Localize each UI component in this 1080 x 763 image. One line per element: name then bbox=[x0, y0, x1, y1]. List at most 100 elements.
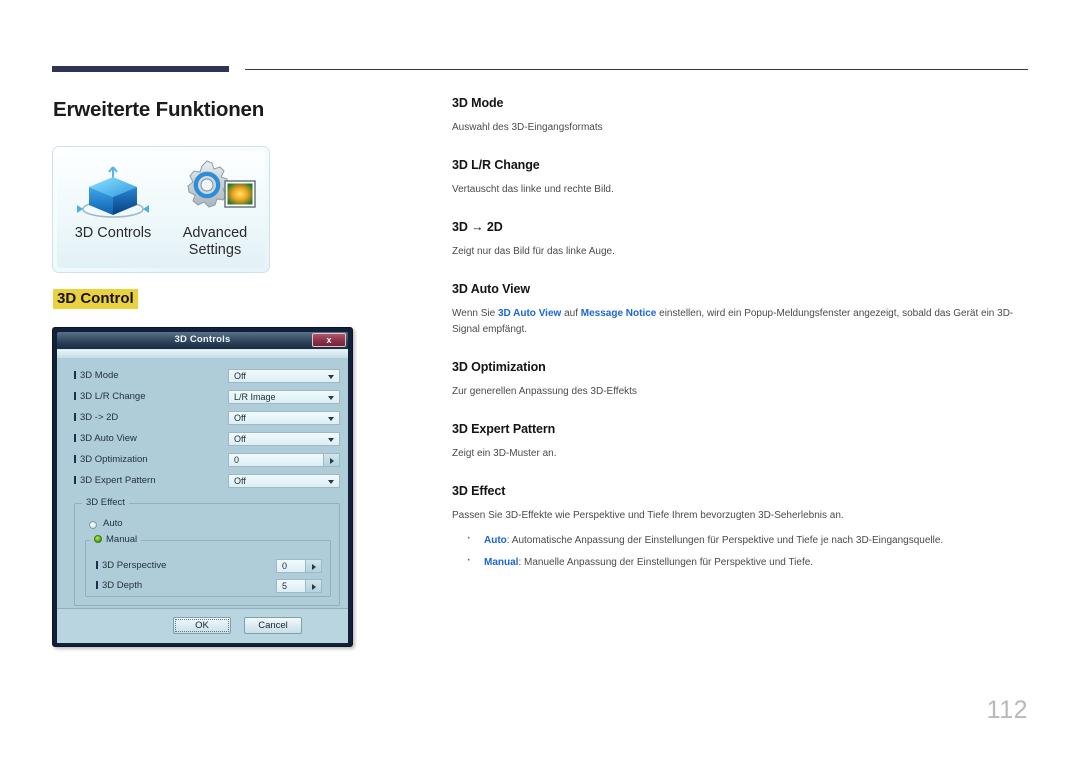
content-heading: 3D Mode bbox=[452, 96, 504, 110]
bullet-tick-icon bbox=[74, 392, 76, 400]
dialog-body: 3D Mode Off 3D L/R Change L/R Image 3D -… bbox=[57, 349, 348, 643]
content-heading: 3D L/R Change bbox=[452, 158, 540, 172]
content-item-3d-auto-view: 3D Auto View Wenn Sie 3D Auto View auf M… bbox=[452, 282, 1028, 338]
spinner-3d-depth[interactable]: 5 bbox=[276, 579, 322, 593]
chevron-right-icon bbox=[312, 564, 316, 570]
dialog-row-3d-lr-change[interactable]: 3D L/R Change L/R Image bbox=[74, 390, 340, 405]
row-label-text: 3D Perspective bbox=[102, 560, 167, 571]
content-body: Zeigt nur das Bild für das linke Auge. bbox=[452, 246, 615, 257]
bullet-tick-icon bbox=[96, 561, 98, 569]
bullet-tick-icon bbox=[96, 581, 98, 589]
spinner-3d-perspective[interactable]: 0 bbox=[276, 559, 322, 573]
dialog-row-3d-to-2d[interactable]: 3D -> 2D Off bbox=[74, 411, 340, 426]
section-heading-3d-control: 3D Control bbox=[53, 289, 138, 309]
dropdown-value: Off bbox=[234, 476, 246, 486]
content-column: 3D Mode Auswahl des 3D-Eingangsformats 3… bbox=[452, 96, 1028, 593]
content-body: Wenn Sie 3D Auto View auf Message Notice… bbox=[452, 308, 1014, 335]
dropdown-3d-auto-view[interactable]: Off bbox=[228, 432, 340, 446]
dropdown-value: Off bbox=[234, 434, 246, 444]
content-heading: 3D Effect bbox=[452, 484, 506, 498]
group-legend-manual: Manual bbox=[90, 534, 142, 545]
bullet-tick-icon bbox=[74, 413, 76, 421]
icon-cell-advanced-settings: Advanced Settings bbox=[163, 159, 267, 271]
dropdown-3d-expert-pattern[interactable]: Off bbox=[228, 474, 340, 488]
dialog-row-3d-auto-view[interactable]: 3D Auto View Off bbox=[74, 432, 340, 447]
row-label: 3D L/R Change bbox=[74, 391, 145, 402]
icon-label-advanced-line2: Settings bbox=[188, 242, 242, 258]
dialog-row-3d-expert-pattern[interactable]: 3D Expert Pattern Off bbox=[74, 474, 340, 489]
dialog-row-3d-optimization[interactable]: 3D Optimization 0 bbox=[74, 453, 340, 468]
spinner-3d-optimization[interactable]: 0 bbox=[228, 453, 340, 467]
dropdown-value: Off bbox=[234, 413, 246, 423]
spinner-increment-button[interactable] bbox=[305, 560, 321, 572]
row-label: 3D Expert Pattern bbox=[74, 475, 156, 486]
row-label: 3D Mode bbox=[74, 370, 119, 381]
row-label: 3D Perspective bbox=[96, 560, 166, 571]
icon-preview-panel: 3D Controls Advanced Settings bbox=[52, 146, 270, 273]
gear-picture-icon bbox=[163, 159, 267, 225]
3d-cube-icon bbox=[61, 159, 165, 225]
icon-cell-3d-controls: 3D Controls bbox=[61, 159, 165, 271]
icon-preview-panel-inner: 3D Controls Advanced Settings bbox=[57, 151, 265, 268]
row-label-text: 3D Expert Pattern bbox=[80, 475, 156, 486]
row-label-text: 3D Auto View bbox=[80, 433, 137, 444]
spinner-increment-button[interactable] bbox=[305, 580, 321, 592]
content-heading: 3D Auto View bbox=[452, 282, 530, 296]
cancel-button[interactable]: Cancel bbox=[244, 617, 302, 634]
content-item-3d-expert-pattern: 3D Expert Pattern Zeigt ein 3D-Muster an… bbox=[452, 422, 1028, 462]
spinner-increment-button[interactable] bbox=[323, 454, 339, 466]
ok-button[interactable]: OK bbox=[173, 617, 231, 634]
dialog-row-3d-mode[interactable]: 3D Mode Off bbox=[74, 369, 340, 384]
content-body: Zur generellen Anpassung des 3D-Effekts bbox=[452, 386, 637, 397]
content-item-3d-mode: 3D Mode Auswahl des 3D-Eingangsformats bbox=[452, 96, 1028, 136]
header-rule-accent bbox=[52, 66, 229, 72]
row-label: 3D Optimization bbox=[74, 454, 148, 465]
icon-label-advanced-line1: Advanced bbox=[182, 225, 248, 241]
chevron-down-icon bbox=[328, 438, 334, 442]
content-heading: 3D Expert Pattern bbox=[452, 422, 556, 436]
chevron-down-icon bbox=[328, 396, 334, 400]
header-rule-line bbox=[245, 69, 1028, 70]
spinner-value: 0 bbox=[282, 561, 288, 571]
bullet-tick-icon bbox=[74, 434, 76, 442]
radio-auto-label: Auto bbox=[103, 518, 123, 529]
chevron-right-icon bbox=[312, 584, 316, 590]
content-heading: 3D Optimization bbox=[452, 360, 546, 374]
icon-label-3d-controls: 3D Controls bbox=[74, 225, 152, 241]
row-label: 3D Depth bbox=[96, 580, 142, 591]
bullet-tick-icon bbox=[74, 371, 76, 379]
row-label-text: 3D L/R Change bbox=[80, 391, 146, 402]
content-item-3d-to-2d: 3D → 2D Zeigt nur das Bild für das linke… bbox=[452, 220, 1028, 260]
content-body: Auswahl des 3D-Eingangsformats bbox=[452, 122, 603, 133]
row-label-text: 3D Depth bbox=[102, 580, 143, 591]
dialog-footer: OK Cancel bbox=[57, 608, 348, 643]
content-item-3d-lr-change: 3D L/R Change Vertauscht das linke und r… bbox=[452, 158, 1028, 198]
dialog-row-3d-perspective[interactable]: 3D Perspective 0 bbox=[96, 559, 322, 574]
row-label-text: 3D Mode bbox=[80, 370, 119, 381]
chevron-down-icon bbox=[328, 480, 334, 484]
row-label-text: 3D -> 2D bbox=[80, 412, 119, 423]
spinner-value: 0 bbox=[234, 455, 240, 465]
dropdown-3d-lr-change[interactable]: L/R Image bbox=[228, 390, 340, 404]
content-item-3d-optimization: 3D Optimization Zur generellen Anpassung… bbox=[452, 360, 1028, 400]
list-item: Auto: Automatische Anpassung der Einstel… bbox=[452, 530, 1028, 549]
list-item: Manual: Manuelle Anpassung der Einstellu… bbox=[452, 552, 1028, 571]
dialog-title: 3D Controls bbox=[174, 334, 231, 345]
osd-dialog-3d-controls: 3D Controls x 3D Mode Off 3D L/R Change … bbox=[52, 327, 353, 647]
close-icon[interactable]: x bbox=[312, 333, 346, 347]
chevron-down-icon bbox=[328, 417, 334, 421]
content-item-3d-effect: 3D Effect Passen Sie 3D-Effekte wie Pers… bbox=[452, 484, 1028, 571]
row-label: 3D Auto View bbox=[74, 433, 137, 444]
dropdown-3d-to-2d[interactable]: Off bbox=[228, 411, 340, 425]
radio-auto[interactable] bbox=[89, 521, 97, 529]
dropdown-3d-mode[interactable]: Off bbox=[228, 369, 340, 383]
row-label: 3D -> 2D bbox=[74, 412, 118, 423]
content-body: Vertauscht das linke und rechte Bild. bbox=[452, 184, 614, 195]
dialog-row-3d-depth[interactable]: 3D Depth 5 bbox=[96, 579, 322, 594]
dropdown-value: Off bbox=[234, 371, 246, 381]
radio-manual-label: Manual bbox=[106, 534, 138, 545]
dialog-titlebar: 3D Controls x bbox=[57, 332, 348, 349]
content-body: Zeigt ein 3D-Muster an. bbox=[452, 448, 557, 459]
spinner-value: 5 bbox=[282, 581, 288, 591]
radio-manual[interactable] bbox=[94, 535, 102, 543]
